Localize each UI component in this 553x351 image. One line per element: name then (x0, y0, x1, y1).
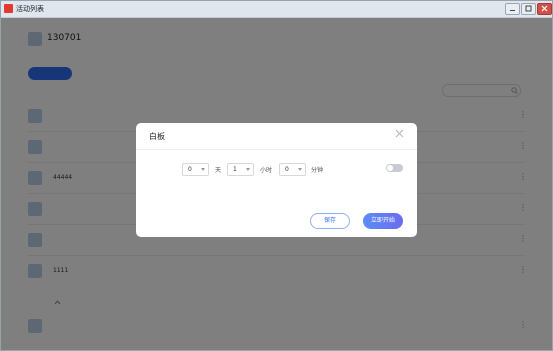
close-window-button[interactable] (537, 3, 552, 15)
save-button[interactable]: 保存 (310, 213, 350, 229)
window-title: 活动列表 (16, 5, 44, 13)
close-icon (541, 5, 548, 12)
start-now-button[interactable]: 立即开始 (363, 213, 403, 229)
hours-unit: 小时 (260, 167, 273, 174)
toggle-knob (387, 165, 393, 171)
whiteboard-dialog: 白板 0 天 1 小时 0 分钟 保存 立即开始 (136, 123, 417, 237)
minimize-icon (510, 10, 515, 11)
chevron-down-icon (298, 168, 302, 171)
dialog-title: 白板 (149, 132, 165, 141)
minutes-value: 0 (285, 166, 289, 173)
maximize-button[interactable] (521, 3, 536, 15)
app-logo-icon (4, 4, 13, 13)
hours-value: 1 (233, 166, 237, 173)
chevron-down-icon (246, 168, 250, 171)
divider (136, 149, 417, 150)
manual-end-toggle[interactable] (386, 164, 403, 172)
dialog-close-icon[interactable] (395, 129, 404, 138)
days-select[interactable]: 0 (182, 163, 209, 176)
days-unit: 天 (215, 167, 222, 174)
minutes-select[interactable]: 0 (279, 163, 306, 176)
minutes-unit: 分钟 (311, 167, 324, 174)
hours-select[interactable]: 1 (227, 163, 254, 176)
title-bar[interactable]: 活动列表 (1, 1, 552, 18)
days-value: 0 (188, 166, 192, 173)
maximize-icon (525, 5, 532, 12)
minimize-button[interactable] (505, 3, 520, 15)
chevron-down-icon (201, 168, 205, 171)
